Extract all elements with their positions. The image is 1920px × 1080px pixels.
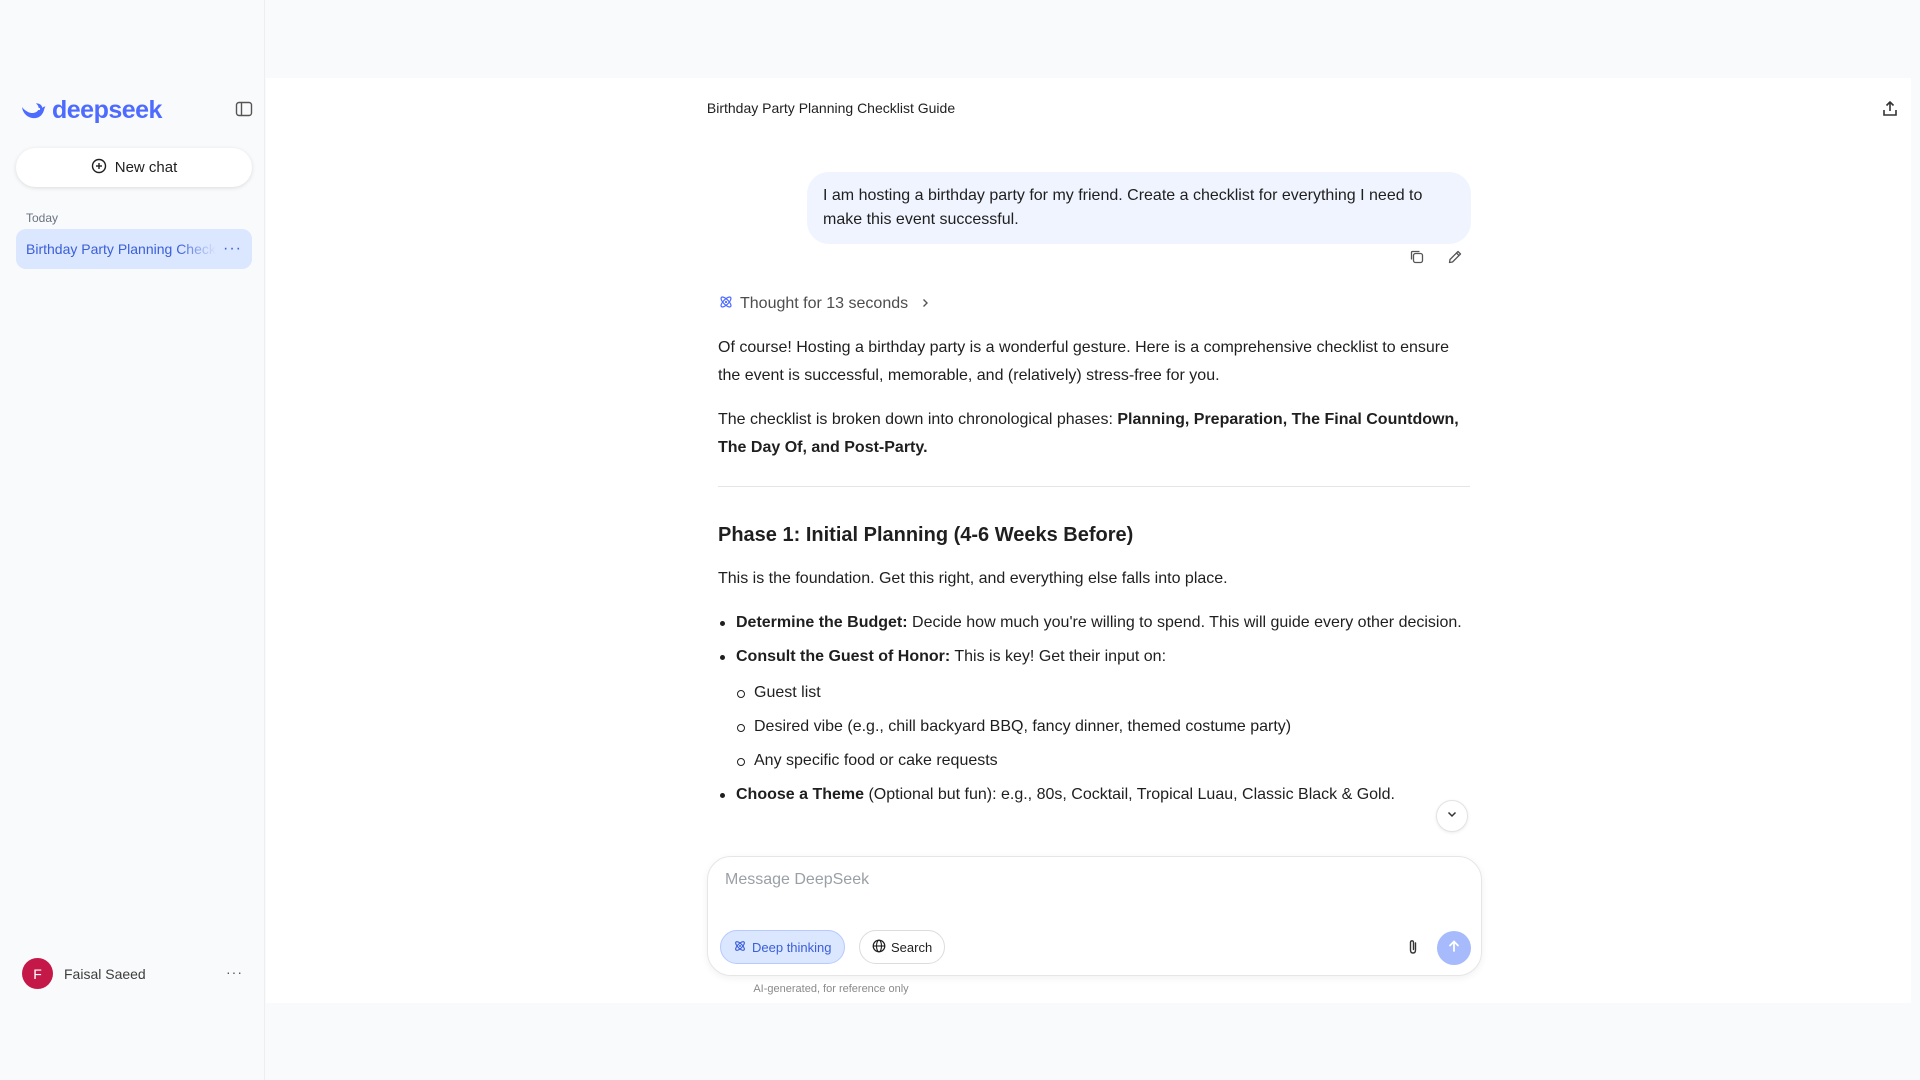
budget-title: Determine the Budget: (736, 614, 908, 631)
brand[interactable]: deepseek (20, 96, 162, 125)
message-composer: Deep thinking Search (707, 856, 1482, 976)
budget-text: Decide how much you're willing to spend.… (907, 614, 1462, 631)
deep-thinking-toggle[interactable]: Deep thinking (720, 930, 845, 964)
consult-title: Consult the Guest of Honor: (736, 648, 951, 665)
sub-list-item: Desired vibe (e.g., chill backyard BBQ, … (736, 713, 1470, 741)
search-label: Search (891, 939, 933, 955)
chat-main: Birthday Party Planning Checklist Guide … (266, 78, 1911, 1003)
chat-item-label: Birthday Party Planning Checklist Guide (26, 241, 216, 257)
send-button[interactable] (1437, 931, 1471, 965)
chevron-right-icon (920, 297, 930, 311)
user-profile[interactable]: F Faisal Saeed (22, 958, 146, 989)
profile-more-icon[interactable]: ··· (226, 964, 243, 980)
sidebar: deepseek New chat Today Birthday Party P… (0, 0, 265, 1080)
copy-icon[interactable] (1408, 248, 1426, 266)
list-item-consult: Consult the Guest of Honor: This is key!… (718, 643, 1470, 775)
chevron-down-icon (1446, 807, 1458, 825)
plus-circle-icon (91, 158, 107, 178)
scroll-down-button[interactable] (1436, 800, 1468, 832)
globe-icon (872, 939, 886, 956)
phases-paragraph: The checklist is broken down into chrono… (718, 406, 1470, 462)
atom-icon (733, 939, 747, 956)
message-input[interactable] (725, 871, 1455, 889)
thought-label: Thought for 13 seconds (740, 295, 909, 312)
consult-text: This is key! Get their input on: (950, 648, 1167, 665)
paperclip-icon[interactable] (1404, 938, 1422, 956)
phase1-intro: This is the foundation. Get this right, … (718, 570, 1228, 587)
intro-paragraph: Of course! Hosting a birthday party is a… (718, 339, 1450, 384)
new-chat-button[interactable]: New chat (16, 148, 252, 187)
search-toggle[interactable]: Search (859, 930, 946, 964)
new-chat-label: New chat (114, 159, 178, 176)
consult-sublist: Guest list Desired vibe (e.g., chill bac… (736, 679, 1470, 775)
sidebar-toggle-icon[interactable] (235, 100, 253, 118)
phases-lead: The checklist is broken down into chrono… (718, 411, 1118, 428)
brand-name: deepseek (52, 96, 162, 124)
phase1-heading: Phase 1: Initial Planning (4-6 Weeks Bef… (718, 524, 1134, 546)
arrow-up-icon (1446, 938, 1462, 959)
chat-title: Birthday Party Planning Checklist Guide (706, 100, 956, 116)
avatar: F (22, 958, 53, 989)
disclaimer: AI-generated, for reference only (753, 983, 909, 995)
sub-list-item: Any specific food or cake requests (736, 747, 1470, 775)
user-message: I am hosting a birthday party for my fri… (807, 172, 1471, 244)
theme-text: (Optional but fun): e.g., 80s, Cocktail,… (864, 786, 1395, 803)
more-horizontal-icon[interactable]: ··· (223, 240, 242, 258)
thought-toggle[interactable]: Thought for 13 seconds (718, 292, 1470, 316)
checklist: Determine the Budget: Decide how much yo… (718, 609, 1470, 809)
list-item-budget: Determine the Budget: Decide how much yo… (718, 609, 1470, 637)
sub-list-item: Guest list (736, 679, 1470, 707)
whale-logo-icon (20, 101, 46, 121)
user-name: Faisal Saeed (64, 965, 146, 982)
sidebar-chat-item[interactable]: Birthday Party Planning Checklist Guide … (16, 229, 252, 269)
theme-title: Choose a Theme (736, 786, 865, 803)
atom-icon (718, 294, 734, 315)
divider (718, 486, 1470, 487)
list-item-theme: Choose a Theme (Optional but fun): e.g.,… (718, 781, 1470, 809)
message-actions (1408, 248, 1464, 266)
edit-icon[interactable] (1446, 248, 1464, 266)
section-label-today: Today (26, 211, 59, 225)
share-icon[interactable] (1880, 99, 1900, 119)
deep-thinking-label: Deep thinking (752, 939, 832, 955)
assistant-response: Thought for 13 seconds Of course! Hostin… (718, 292, 1470, 815)
